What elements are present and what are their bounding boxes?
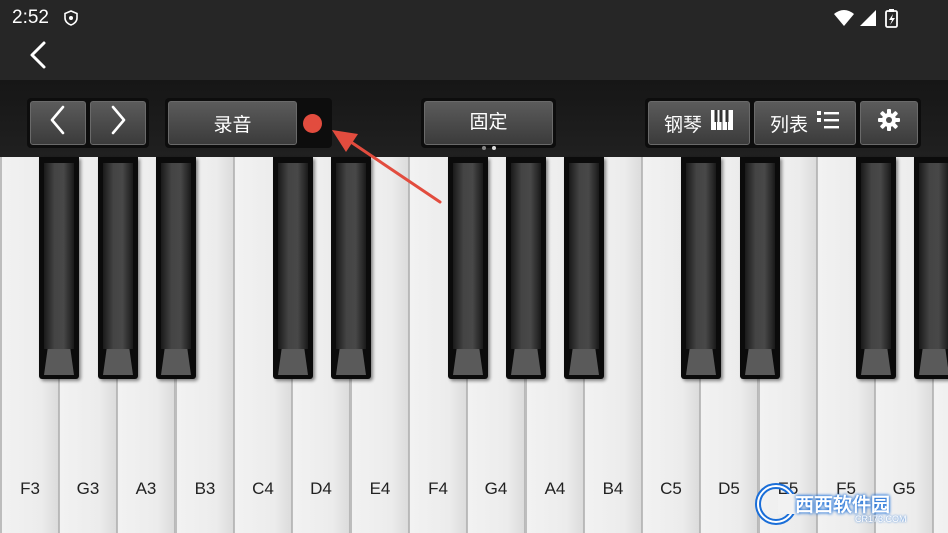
key-label: A4 [544,479,566,498]
signal-icon [860,10,876,26]
watermark-text: 西西软件园 [795,495,891,516]
system-icons [832,8,912,33]
app-bar [0,36,948,80]
mode-group: 钢琴 列表 [645,98,921,148]
back-icon[interactable] [24,40,54,70]
status-bar: 2:52 [0,0,948,36]
key-label: D5 [718,479,740,498]
status-time: 2:52 [12,7,49,28]
key-label: A3 [135,479,157,498]
wifi-icon [834,10,854,26]
key-label: G3 [76,479,100,498]
key-label: F4 [428,479,448,498]
watermark-url: CR173.COM [855,514,907,524]
piano-mode-button[interactable]: 钢琴 [648,101,750,145]
prev-icon [48,105,68,141]
record-button[interactable]: 录音 [168,101,297,145]
black-key[interactable] [564,157,604,379]
prev-octave-button[interactable] [30,101,86,145]
piano-icon [710,109,734,137]
list-button[interactable]: 列表 [754,101,856,145]
fixed-label: 固定 [469,111,508,133]
black-key[interactable] [681,157,721,379]
black-key[interactable] [39,157,79,379]
next-icon [108,105,128,141]
key-label: B4 [602,479,624,498]
list-label: 列表 [769,114,808,136]
black-key[interactable] [506,157,546,379]
black-key[interactable] [156,157,196,379]
black-key[interactable] [98,157,138,379]
key-label: F3 [20,479,40,498]
annotation-arrow [332,130,442,204]
settings-button[interactable] [860,101,918,145]
record-label: 录音 [213,114,252,136]
key-label: E4 [369,479,391,498]
key-label: D4 [310,479,332,498]
next-octave-button[interactable] [90,101,146,145]
black-key[interactable] [740,157,780,379]
key-label: C4 [252,479,274,498]
black-key[interactable] [448,157,488,379]
black-key[interactable] [273,157,313,379]
key-label: G4 [484,479,508,498]
settings-icon [877,108,901,138]
key-label: C5 [660,479,682,498]
battery-charging-icon [885,9,898,28]
key-label: B3 [194,479,216,498]
shield-icon [64,10,78,31]
octave-nav-group [27,98,149,148]
black-key[interactable] [914,157,948,379]
page-dots [479,135,499,157]
list-icon [816,109,840,137]
black-key[interactable] [856,157,896,379]
piano-label: 钢琴 [663,114,702,136]
